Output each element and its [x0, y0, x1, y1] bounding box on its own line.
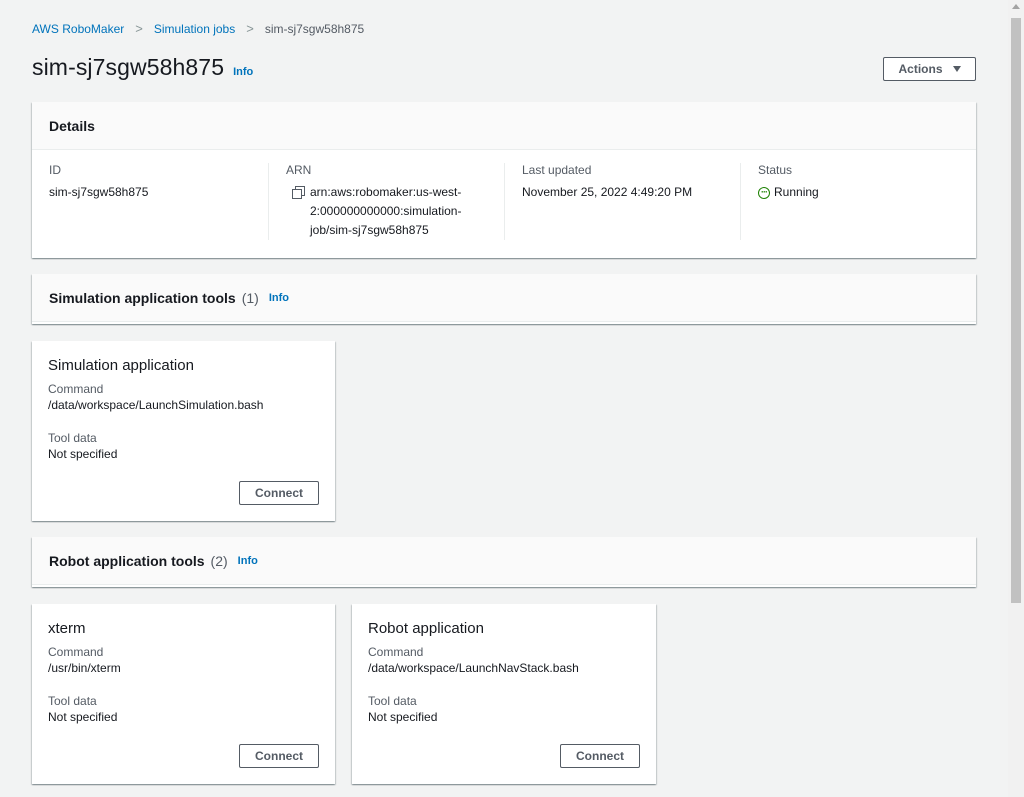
connect-button[interactable]: Connect	[560, 744, 640, 768]
status-value: Running	[774, 185, 819, 199]
tool-data-value: Not specified	[368, 710, 438, 724]
status-badge: Running	[758, 183, 959, 202]
tool-data-value: Not specified	[48, 447, 118, 461]
scrollbar-thumb[interactable]	[1011, 18, 1021, 603]
breadcrumb-current: sim-sj7sgw58h875	[264, 21, 365, 36]
tool-data-value: Not specified	[48, 710, 118, 724]
page-header: sim-sj7sgw58h875 Info	[32, 54, 253, 81]
simulation-tools-title: Simulation application tools	[49, 289, 236, 306]
page-title: sim-sj7sgw58h875	[32, 54, 225, 80]
copy-icon[interactable]	[292, 186, 305, 199]
command-value: /usr/bin/xterm	[48, 661, 121, 675]
last-updated-label: Last updated	[522, 163, 592, 177]
command-label: Command	[48, 382, 104, 396]
command-value: /data/workspace/LaunchSimulation.bash	[48, 398, 264, 412]
details-status-column: Status Running	[740, 163, 976, 240]
simulation-tools-header: Simulation application tools (1) Info	[32, 274, 976, 322]
robot-tools-section: Robot application tools (2) Info	[32, 537, 976, 587]
simulation-tools-count: (1)	[241, 289, 259, 306]
tool-card: xterm Command /usr/bin/xterm Tool data N…	[32, 604, 335, 784]
details-header: Details	[32, 102, 976, 150]
simulation-tools-section: Simulation application tools (1) Info	[32, 274, 976, 324]
robot-tools-title: Robot application tools	[49, 552, 205, 569]
connect-button[interactable]: Connect	[239, 481, 319, 505]
command-value: /data/workspace/LaunchNavStack.bash	[368, 661, 579, 675]
robot-tools-header: Robot application tools (2) Info	[32, 537, 976, 585]
tool-data-label: Tool data	[48, 431, 97, 445]
tool-card-title: Simulation application	[48, 357, 194, 374]
chevron-right-icon: >	[246, 21, 254, 36]
connect-button[interactable]: Connect	[239, 744, 319, 768]
details-panel: Details ID sim-sj7sgw58h875 ARN arn:aws:…	[32, 102, 976, 258]
id-value: sim-sj7sgw58h875	[49, 185, 149, 199]
arn-value: arn:aws:robomaker:us-west-2:000000000000…	[310, 185, 462, 237]
details-title: Details	[49, 117, 95, 134]
tool-card-title: Robot application	[368, 620, 484, 637]
breadcrumb-simulation-jobs[interactable]: Simulation jobs	[154, 22, 235, 36]
breadcrumb-robomaker[interactable]: AWS RoboMaker	[32, 22, 124, 36]
tool-card-title: xterm	[48, 620, 86, 637]
tool-data-label: Tool data	[48, 694, 97, 708]
command-label: Command	[48, 645, 104, 659]
last-updated-value: November 25, 2022 4:49:20 PM	[522, 185, 693, 199]
details-updated-column: Last updated November 25, 2022 4:49:20 P…	[504, 163, 740, 240]
breadcrumb: AWS RoboMaker > Simulation jobs > sim-sj…	[32, 21, 364, 36]
scroll-up-arrow-icon[interactable]	[1012, 4, 1020, 9]
caret-down-icon	[952, 66, 961, 72]
status-label: Status	[758, 163, 793, 177]
actions-label: Actions	[898, 62, 943, 76]
chevron-right-icon: >	[135, 21, 143, 36]
vertical-scrollbar[interactable]	[1008, 0, 1024, 797]
tool-card: Simulation application Command /data/wor…	[32, 341, 335, 521]
details-arn-column: ARN arn:aws:robomaker:us-west-2:00000000…	[268, 163, 504, 240]
arn-value-row: arn:aws:robomaker:us-west-2:000000000000…	[286, 183, 487, 240]
tool-card: Robot application Command /data/workspac…	[352, 604, 656, 784]
details-id-column: ID sim-sj7sgw58h875	[32, 163, 268, 240]
details-grid: ID sim-sj7sgw58h875 ARN arn:aws:robomake…	[32, 150, 976, 240]
robot-tools-count: (2)	[210, 552, 228, 569]
simulation-tools-info-link[interactable]: Info	[269, 292, 289, 304]
command-label: Command	[368, 645, 424, 659]
tool-data-label: Tool data	[368, 694, 417, 708]
arn-label: ARN	[286, 163, 312, 177]
status-in-progress-icon	[758, 183, 770, 202]
page-info-link[interactable]: Info	[233, 66, 253, 78]
actions-dropdown-button[interactable]: Actions	[883, 57, 976, 81]
id-label: ID	[49, 163, 61, 177]
robot-tools-info-link[interactable]: Info	[238, 555, 258, 567]
